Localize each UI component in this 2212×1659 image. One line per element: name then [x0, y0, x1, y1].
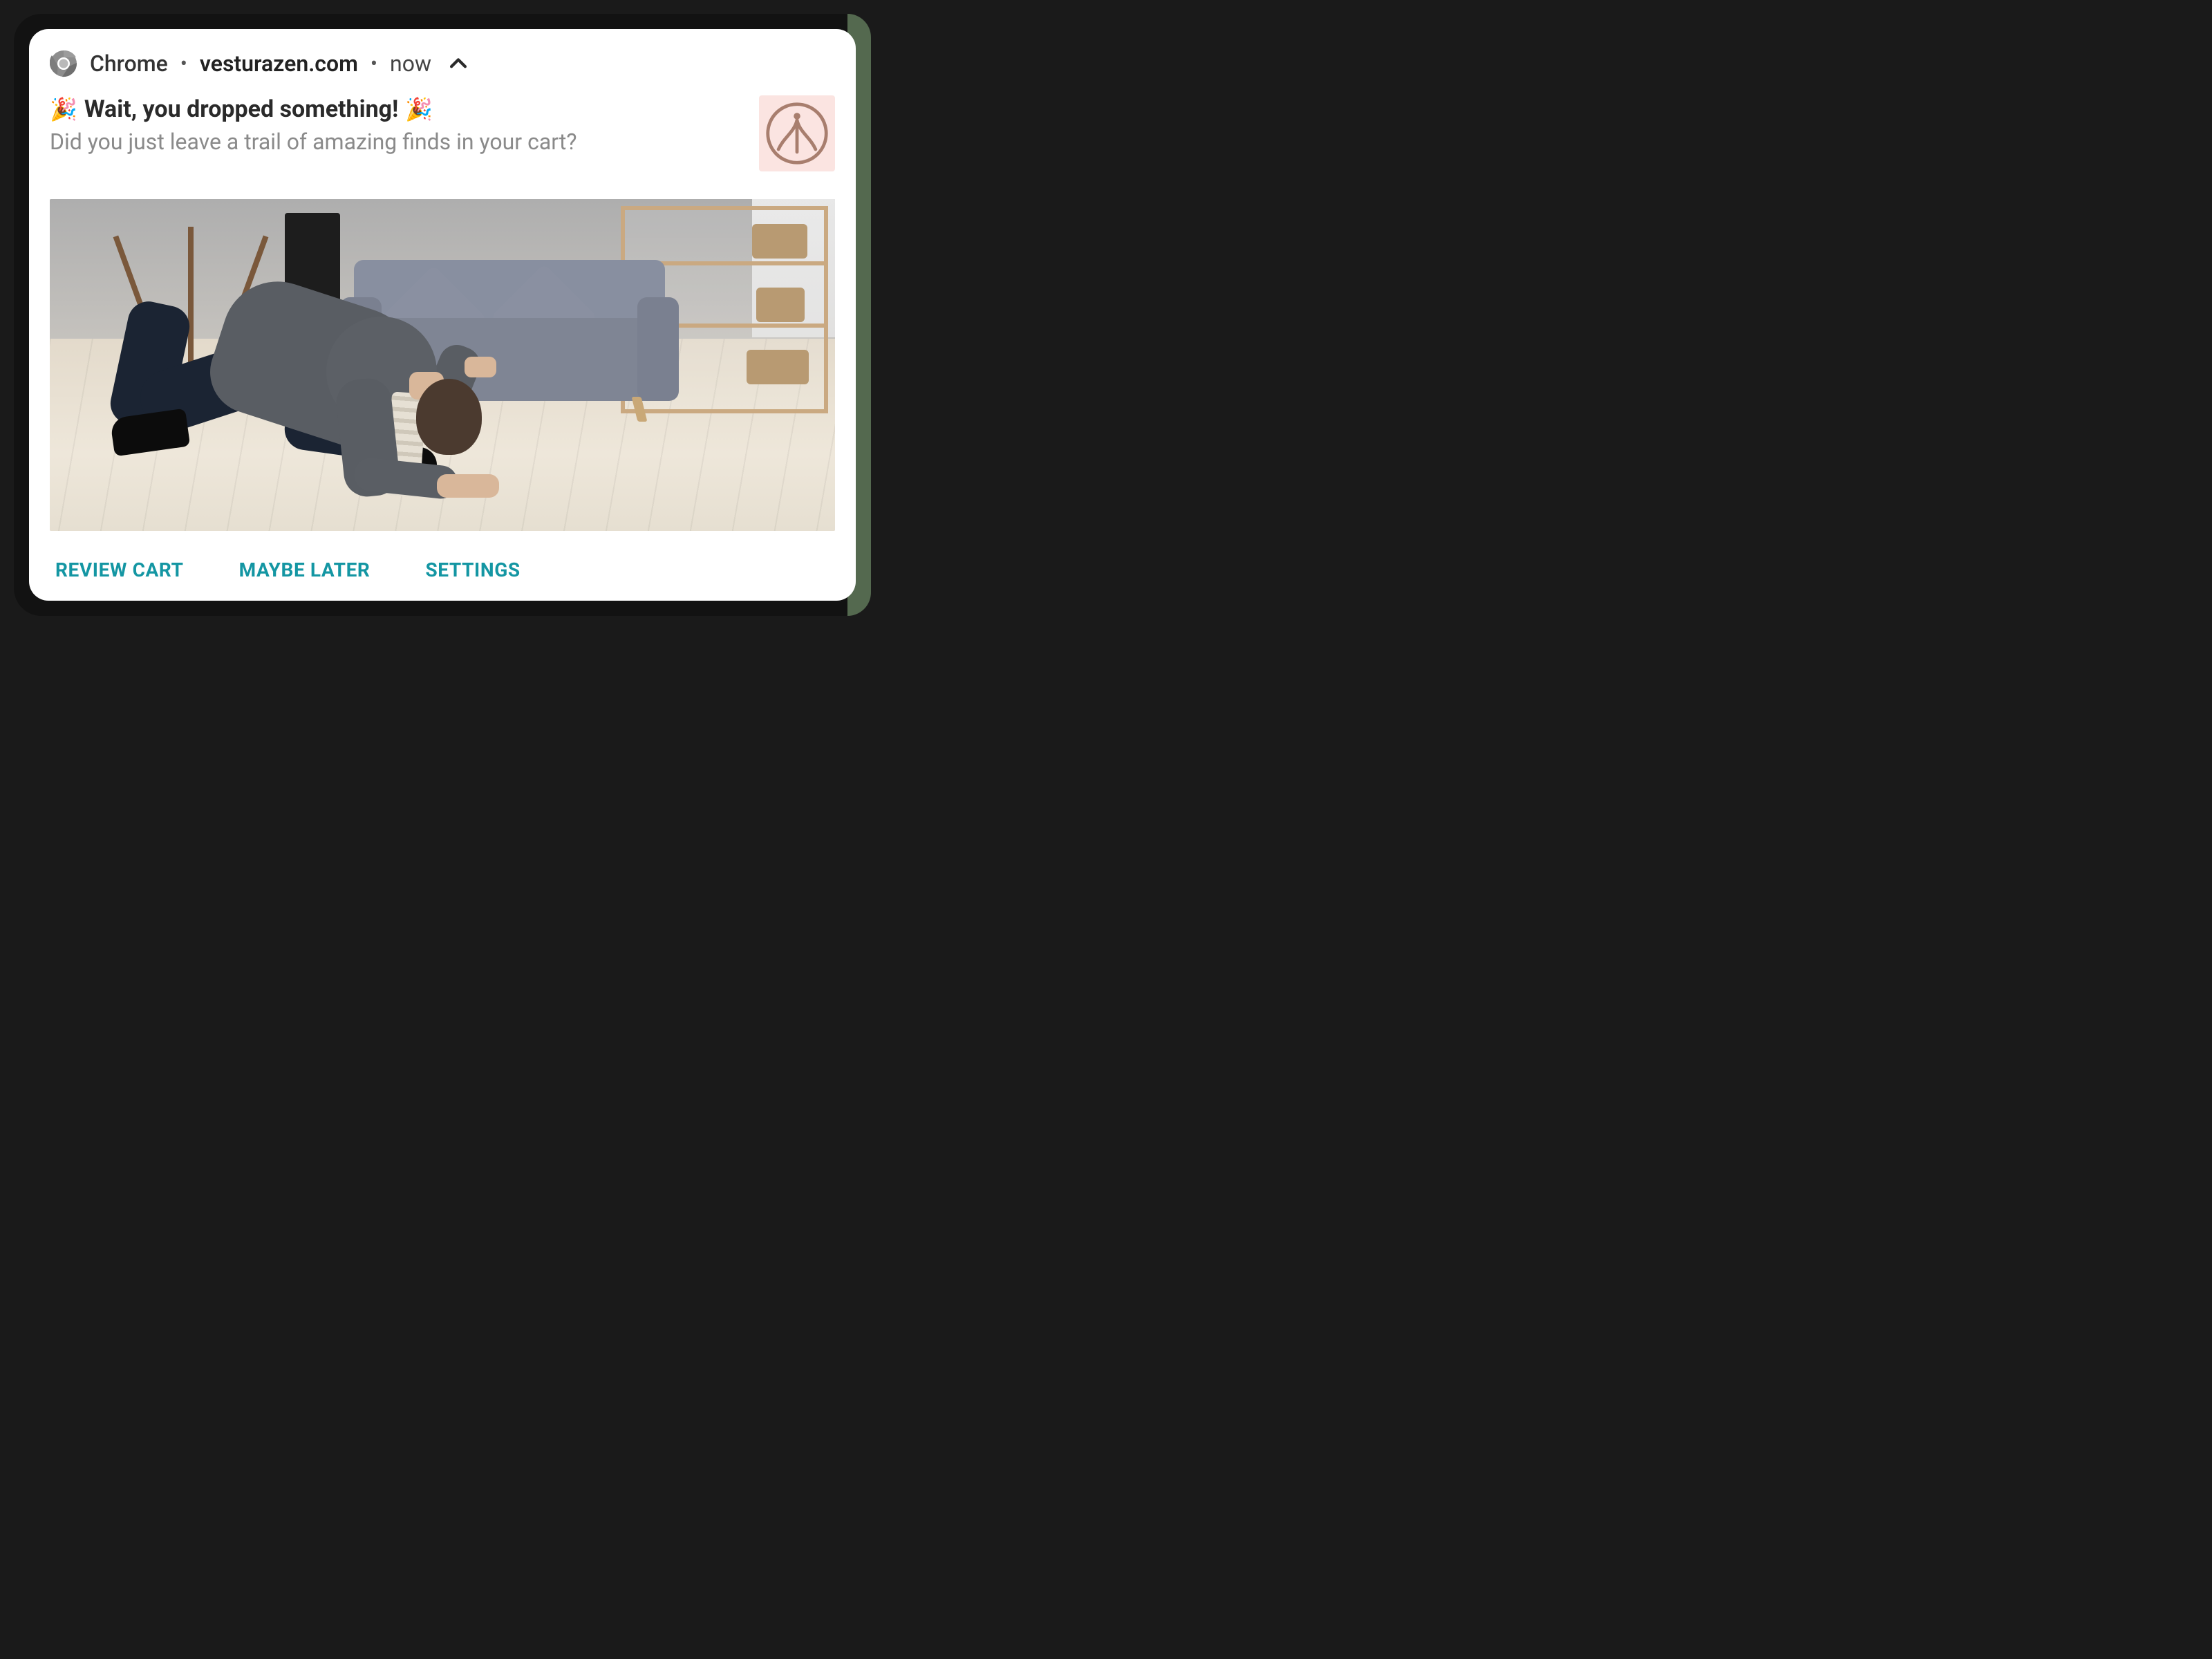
notification-hero-image [50, 199, 835, 531]
separator-dot-icon: • [180, 52, 187, 76]
collapse-chevron-icon[interactable] [447, 52, 470, 75]
settings-button[interactable]: SETTINGS [425, 556, 520, 584]
maybe-later-button[interactable]: MAYBE LATER [239, 556, 371, 584]
party-popper-icon: 🎉 [405, 98, 433, 120]
notification-content: 🎉 Wait, you dropped something! 🎉 Did you… [50, 95, 835, 171]
site-icon [759, 95, 835, 171]
notification-body: Did you just leave a trail of amazing fi… [50, 129, 745, 155]
chrome-icon [50, 50, 77, 77]
notification-title: 🎉 Wait, you dropped something! 🎉 [50, 95, 745, 123]
party-popper-icon: 🎉 [50, 98, 77, 120]
push-notification-card[interactable]: Chrome • vesturazen.com • now 🎉 Wait, yo… [29, 29, 856, 601]
notification-header: Chrome • vesturazen.com • now [50, 50, 835, 77]
review-cart-button[interactable]: REVIEW CART [55, 556, 184, 584]
title-text: Wait, you dropped something! [84, 95, 398, 123]
app-name: Chrome [90, 50, 168, 77]
timestamp: now [390, 50, 431, 77]
device-frame: Chrome • vesturazen.com • now 🎉 Wait, yo… [14, 14, 871, 616]
site-domain: vesturazen.com [200, 50, 358, 77]
notification-actions: REVIEW CART MAYBE LATER SETTINGS [50, 556, 835, 584]
separator-dot-icon: • [371, 52, 377, 76]
